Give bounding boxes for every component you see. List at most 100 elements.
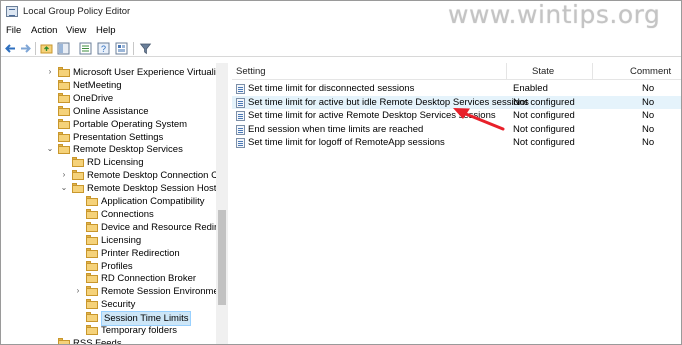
column-divider[interactable]: [506, 63, 507, 80]
folder-icon: [86, 312, 98, 323]
tree-item[interactable]: Online Assistance: [1, 105, 216, 118]
tree-item-label: Device and Resource Redirection: [101, 221, 227, 233]
help-icon[interactable]: ?: [97, 42, 110, 55]
folder-icon: [58, 118, 70, 129]
tree-item[interactable]: OneDrive: [1, 92, 216, 105]
tree-scroll-thumb[interactable]: [218, 210, 226, 305]
tree-item-label: Connections: [101, 208, 154, 220]
expand-chevron-icon[interactable]: ›: [74, 286, 82, 295]
tree-item[interactable]: ⌄ Remote Desktop Session Host: [1, 182, 216, 195]
toolbar-separator: [133, 42, 134, 55]
cell-state: Not configured: [513, 123, 575, 135]
policy-setting-row[interactable]: Set time limit for logoff of RemoteApp s…: [232, 136, 681, 149]
cell-comment: No: [642, 110, 655, 121]
tree-item[interactable]: › Remote Desktop Connection Client: [1, 169, 227, 182]
cell-state: Not configured: [513, 110, 575, 121]
tree-item-label: Licensing: [101, 234, 142, 246]
policy-setting-icon: [236, 97, 245, 108]
column-header-comment[interactable]: Comment: [630, 66, 671, 77]
policy-setting-icon: [236, 124, 245, 135]
menu-file[interactable]: File: [6, 25, 21, 36]
folder-icon: [86, 325, 98, 335]
folder-icon: [72, 170, 84, 181]
tree-item-label: Presentation Settings: [73, 131, 164, 143]
tree-item-label: NetMeeting: [73, 79, 122, 91]
tree-item[interactable]: Connections: [1, 208, 216, 221]
tree-item[interactable]: Temporary folders: [1, 324, 216, 337]
tree-item-label: Online Assistance: [73, 105, 149, 117]
folder-icon: [58, 131, 70, 142]
list-header: Setting State Comment: [232, 63, 681, 80]
export-list-icon[interactable]: [79, 42, 92, 55]
annotation-arrow: [453, 108, 505, 131]
tree-item[interactable]: Licensing: [1, 234, 216, 247]
tree-item[interactable]: RD Licensing: [1, 156, 216, 169]
svg-text:?: ?: [101, 44, 106, 54]
folder-icon: [58, 337, 70, 344]
up-folder-icon[interactable]: [40, 42, 53, 55]
menu-help[interactable]: Help: [96, 25, 116, 36]
tree-item-label: Application Compatibility: [101, 196, 205, 207]
tree-item-label: Remote Session Environment: [101, 286, 227, 298]
tree-item[interactable]: RD Connection Broker: [1, 272, 216, 285]
tree-item[interactable]: Session Time Limits: [1, 311, 216, 327]
console-tree[interactable]: › Microsoft User Experience Virtualizatio…: [1, 63, 228, 344]
cell-state: Enabled: [513, 83, 548, 94]
folder-icon: [86, 234, 98, 245]
tree-item[interactable]: NetMeeting: [1, 79, 216, 92]
expand-chevron-icon[interactable]: ›: [46, 67, 54, 76]
menu-view[interactable]: View: [66, 25, 86, 36]
toolbar-separator: [35, 42, 36, 55]
tree-item[interactable]: Security: [1, 298, 216, 311]
back-arrow-icon[interactable]: [4, 42, 17, 55]
tree-item-label: RD Licensing: [87, 157, 144, 169]
tree-item[interactable]: ⌄ Remote Desktop Services: [1, 143, 216, 156]
tree-item-label: Printer Redirection: [101, 247, 180, 259]
tree-item[interactable]: › Remote Session Environment: [1, 285, 227, 298]
policy-setting-icon: [236, 138, 245, 148]
policy-setting-icon: [236, 84, 245, 94]
tree-item-label: Profiles: [101, 260, 133, 272]
collapse-chevron-icon[interactable]: ⌄: [46, 144, 54, 153]
tree-item-label: Microsoft User Experience Virtualization: [73, 67, 228, 78]
column-header-setting[interactable]: Setting: [236, 66, 266, 77]
folder-icon: [86, 221, 98, 232]
properties-icon[interactable]: [115, 42, 128, 55]
tree-item[interactable]: RSS Feeds: [1, 337, 216, 344]
tree-item[interactable]: Presentation Settings: [1, 131, 216, 144]
tree-scrollbar[interactable]: [216, 63, 228, 344]
filter-icon[interactable]: [139, 42, 152, 55]
window-title: Local Group Policy Editor: [23, 6, 131, 17]
column-header-state[interactable]: State: [532, 66, 554, 77]
cell-comment: No: [642, 83, 655, 94]
cell-state: Not configured: [513, 96, 575, 108]
tree-item[interactable]: Profiles: [1, 260, 216, 273]
menu-bar: File Action View Help: [1, 23, 681, 38]
cell-setting: End session when time limits are reached: [248, 123, 424, 135]
folder-icon: [58, 92, 70, 103]
expand-chevron-icon[interactable]: ›: [60, 170, 68, 179]
column-divider[interactable]: [592, 63, 593, 80]
tree-item-label: Remote Desktop Services: [73, 144, 183, 156]
title-bar: Local Group Policy Editor www.wintips.or…: [1, 1, 681, 29]
tree-item[interactable]: Printer Redirection: [1, 247, 216, 260]
tree-item[interactable]: Portable Operating System: [1, 118, 216, 131]
forward-arrow-icon[interactable]: [19, 42, 32, 55]
tree-item[interactable]: Device and Resource Redirection: [1, 221, 227, 234]
folder-icon: [72, 183, 84, 194]
toolbar: ?: [1, 40, 681, 57]
menu-action[interactable]: Action: [31, 25, 57, 36]
show-hide-tree-icon[interactable]: [57, 42, 70, 55]
folder-icon: [86, 208, 98, 219]
tree-item-label: OneDrive: [73, 92, 114, 104]
folder-icon: [72, 157, 84, 168]
folder-icon: [86, 286, 98, 297]
tree-item[interactable]: Application Compatibility: [1, 195, 216, 208]
collapse-chevron-icon[interactable]: ⌄: [60, 183, 68, 192]
tree-item-label: Portable Operating System: [73, 118, 188, 130]
policy-setting-row[interactable]: Set time limit for disconnected sessions…: [232, 82, 681, 95]
folder-icon: [58, 67, 70, 77]
folder-icon: [86, 260, 98, 271]
cell-comment: No: [642, 123, 655, 135]
tree-item[interactable]: › Microsoft User Experience Virtualizatio…: [1, 66, 227, 79]
